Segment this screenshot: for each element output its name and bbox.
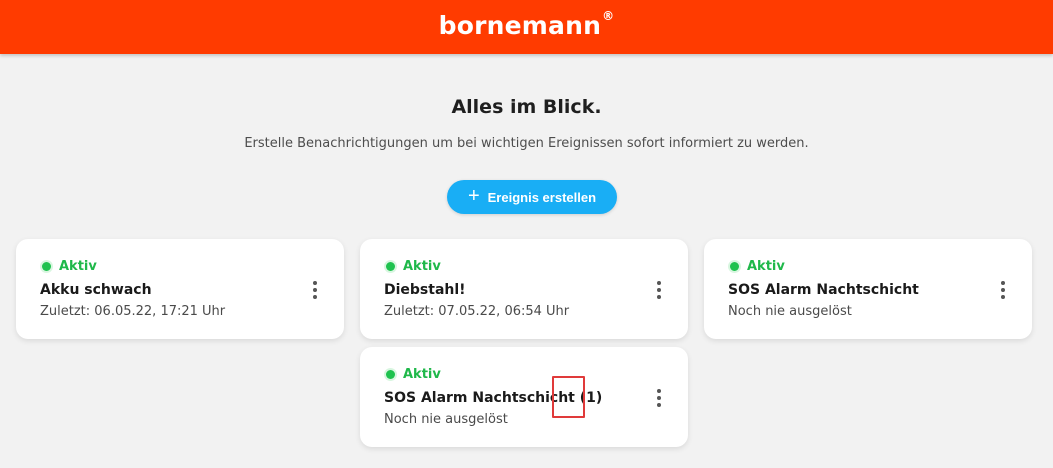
- more-options-icon[interactable]: [994, 279, 1012, 301]
- more-options-icon[interactable]: [650, 387, 668, 409]
- page-subtitle: Erstelle Benachrichtigungen um bei wicht…: [244, 136, 809, 151]
- event-card[interactable]: Aktiv Diebstahl! Zuletzt: 07.05.22, 06:5…: [360, 239, 688, 339]
- event-title: SOS Alarm Nachtschicht (1): [384, 390, 603, 406]
- brand-name: bornemann: [438, 10, 602, 40]
- event-card[interactable]: Aktiv SOS Alarm Nachtschicht Noch nie au…: [704, 239, 1032, 339]
- event-card[interactable]: Aktiv Akku schwach Zuletzt: 06.05.22, 17…: [16, 239, 344, 339]
- status-label: Aktiv: [403, 259, 441, 274]
- create-event-label: Ereignis erstellen: [487, 189, 597, 205]
- event-card[interactable]: Aktiv SOS Alarm Nachtschicht (1) Noch ni…: [360, 347, 688, 447]
- more-options-icon[interactable]: [306, 279, 324, 301]
- event-last-triggered: Noch nie ausgelöst: [384, 412, 508, 427]
- plus-icon: +: [467, 185, 480, 207]
- status-dot-icon: [730, 262, 739, 271]
- event-last-triggered: Zuletzt: 07.05.22, 06:54 Uhr: [384, 304, 570, 319]
- status-label: Aktiv: [59, 259, 97, 274]
- registered-mark: ®: [602, 8, 615, 23]
- status-label: Aktiv: [747, 259, 785, 274]
- event-title: Akku schwach: [40, 282, 152, 298]
- create-event-button[interactable]: + Ereignis erstellen: [447, 180, 617, 214]
- brand-logo[interactable]: bornemann®: [438, 8, 615, 40]
- status-dot-icon: [386, 370, 395, 379]
- page-title: Alles im Blick.: [451, 96, 602, 118]
- top-bar: bornemann®: [0, 0, 1053, 54]
- status-dot-icon: [386, 262, 395, 271]
- status-badge: Aktiv: [386, 259, 441, 274]
- status-badge: Aktiv: [730, 259, 785, 274]
- more-options-icon[interactable]: [650, 279, 668, 301]
- status-dot-icon: [42, 262, 51, 271]
- event-last-triggered: Zuletzt: 06.05.22, 17:21 Uhr: [40, 304, 226, 319]
- status-badge: Aktiv: [42, 259, 97, 274]
- event-last-triggered: Noch nie ausgelöst: [728, 304, 852, 319]
- status-label: Aktiv: [403, 367, 441, 382]
- event-title: Diebstahl!: [384, 282, 466, 298]
- event-title: SOS Alarm Nachtschicht: [728, 282, 919, 298]
- status-badge: Aktiv: [386, 367, 441, 382]
